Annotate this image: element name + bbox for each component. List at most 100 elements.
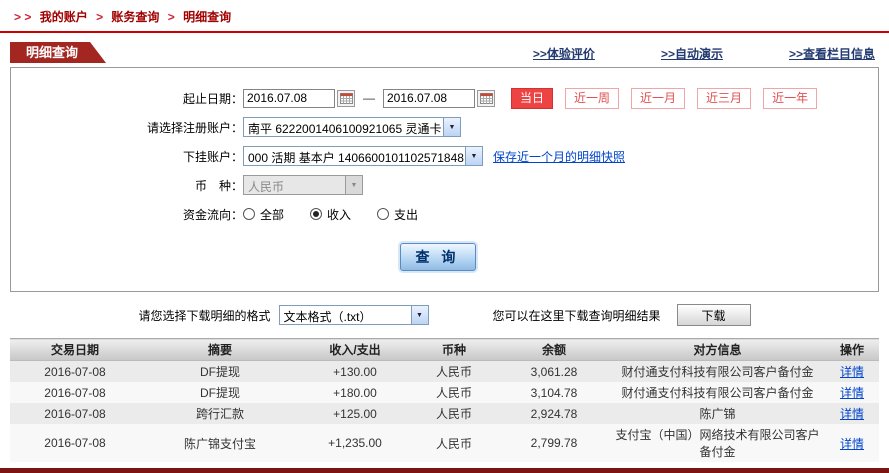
- header-action: 操作: [825, 338, 879, 361]
- query-form-panel: 起止日期： — 当日 近一周 近一月: [10, 67, 879, 292]
- table-row: 2016-07-08 DF提现 +130.00 人民币 3,061.28 财付通…: [10, 360, 879, 382]
- cell-balance: 3,061.28: [498, 360, 610, 382]
- detail-link[interactable]: 详情: [840, 437, 864, 451]
- breadcrumb-separator: >: [167, 10, 175, 24]
- currency-row: 币 种： 人民币 ▼: [11, 172, 864, 198]
- chevron-down-icon: ▼: [410, 306, 428, 324]
- cell-amount: +130.00: [300, 360, 410, 382]
- query-button-row: 查 询: [11, 243, 864, 271]
- breadcrumb-account-query[interactable]: 账务查询: [111, 10, 159, 24]
- cell-date: 2016-07-08: [10, 403, 140, 424]
- breadcrumb-detail-query[interactable]: 明细查询: [183, 10, 231, 24]
- table-row: 2016-07-08 DF提现 +180.00 人民币 3,104.78 财付通…: [10, 382, 879, 403]
- detail-link[interactable]: 详情: [840, 407, 864, 421]
- radio-icon: [377, 208, 390, 220]
- sub-account-row: 下挂账户： 000 活期 基本户 1406600101102571848 ▼ 保…: [11, 143, 864, 169]
- cell-counterparty: 支付宝（中国）网络技术有限公司客户备付金: [610, 424, 825, 462]
- tab-detail-query: 明细查询: [10, 42, 106, 63]
- breadcrumb-separator: >: [96, 10, 104, 24]
- detail-link[interactable]: 详情: [840, 386, 864, 400]
- calendar-to-button[interactable]: [477, 89, 495, 107]
- chevron-down-icon: ▼: [443, 118, 460, 136]
- date-from-input[interactable]: [243, 88, 335, 108]
- range-month-button[interactable]: 近一月: [631, 87, 686, 109]
- registered-account-label: 请选择注册账户：: [146, 120, 243, 135]
- cell-currency: 人民币: [410, 360, 498, 382]
- cell-currency: 人民币: [410, 424, 498, 462]
- header-balance: 余额: [498, 338, 610, 361]
- cell-counterparty: 陈广锦: [610, 403, 825, 424]
- link-view-column-info[interactable]: >>查看栏目信息: [789, 45, 875, 62]
- cell-balance: 2,924.78: [498, 403, 610, 424]
- sub-account-value: 000 活期 基本户 1406600101102571848: [248, 151, 464, 165]
- header-summary: 摘要: [140, 338, 300, 361]
- header-counterparty: 对方信息: [610, 338, 825, 361]
- range-week-button[interactable]: 近一周: [565, 87, 620, 109]
- query-button[interactable]: 查 询: [399, 243, 476, 271]
- registered-account-select[interactable]: 南平 6222001406100921065 灵通卡 ▼: [243, 117, 461, 137]
- table-row: 2016-07-08 跨行汇款 +125.00 人民币 2,924.78 陈广锦…: [10, 403, 879, 424]
- fund-flow-options: 全部 收入 支出: [243, 206, 418, 223]
- cell-amount: +180.00: [300, 382, 410, 403]
- calendar-from-button[interactable]: [337, 89, 355, 107]
- cell-currency: 人民币: [410, 403, 498, 424]
- cell-counterparty: 财付通支付科技有限公司客户备付金: [610, 360, 825, 382]
- header-links: >>体验评价 >>自动演示 >>查看栏目信息: [533, 45, 875, 62]
- date-to-input[interactable]: [383, 88, 475, 108]
- link-auto-demo[interactable]: >>自动演示: [661, 45, 723, 62]
- range-quarter-button[interactable]: 近三月: [697, 87, 752, 109]
- cell-counterparty: 财付通支付科技有限公司客户备付金: [610, 382, 825, 403]
- cell-summary: DF提现: [140, 360, 300, 382]
- header-currency: 币种: [410, 338, 498, 361]
- cell-currency: 人民币: [410, 382, 498, 403]
- footer-bar: [0, 468, 889, 473]
- cell-summary: 跨行汇款: [140, 403, 300, 424]
- cell-amount: +125.00: [300, 403, 410, 424]
- tab-row: 明细查询 >>体验评价 >>自动演示 >>查看栏目信息: [0, 42, 889, 63]
- table-row: 2016-07-08 陈广锦支付宝 +1,235.00 人民币 2,799.78…: [10, 424, 879, 462]
- download-format-label: 请您选择下载明细的格式: [138, 308, 271, 323]
- transactions-body: 2016-07-08 DF提现 +130.00 人民币 3,061.28 财付通…: [10, 360, 879, 462]
- sub-account-select[interactable]: 000 活期 基本户 1406600101102571848 ▼: [243, 146, 483, 166]
- calendar-icon: [339, 93, 353, 104]
- flow-option-expense-label: 支出: [394, 207, 419, 222]
- cell-summary: DF提现: [140, 382, 300, 403]
- flow-option-all-label: 全部: [260, 207, 285, 222]
- download-format-select[interactable]: 文本格式（.txt） ▼: [278, 305, 429, 325]
- flow-option-all[interactable]: 全部: [243, 206, 284, 223]
- calendar-icon: [479, 93, 493, 104]
- breadcrumb-prefix: > >: [14, 10, 32, 24]
- cell-balance: 2,799.78: [498, 424, 610, 462]
- registered-account-row: 请选择注册账户： 南平 6222001406100921065 灵通卡 ▼: [11, 114, 864, 140]
- cell-balance: 3,104.78: [498, 382, 610, 403]
- download-button[interactable]: 下载: [676, 304, 751, 326]
- flow-option-income[interactable]: 收入: [310, 206, 351, 223]
- chevron-down-icon: ▼: [345, 176, 362, 194]
- link-experience-feedback[interactable]: >>体验评价: [533, 45, 595, 62]
- detail-link[interactable]: 详情: [840, 365, 864, 379]
- transactions-table: 交易日期 摘要 收入/支出 币种 余额 对方信息 操作 2016-07-08 D…: [10, 338, 879, 462]
- range-year-button[interactable]: 近一年: [763, 87, 818, 109]
- flow-option-expense[interactable]: 支出: [377, 206, 418, 223]
- breadcrumb-my-account[interactable]: 我的账户: [40, 10, 88, 24]
- top-red-divider: [0, 31, 889, 33]
- cell-amount: +1,235.00: [300, 424, 410, 462]
- header-amount: 收入/支出: [300, 338, 410, 361]
- cell-summary: 陈广锦支付宝: [140, 424, 300, 462]
- chevron-down-icon: ▼: [465, 147, 482, 165]
- currency-select: 人民币 ▼: [243, 175, 363, 195]
- download-format-value: 文本格式（.txt）: [283, 310, 372, 324]
- currency-label: 币 种：: [194, 178, 243, 193]
- radio-icon: [243, 208, 255, 220]
- flow-option-income-label: 收入: [327, 207, 352, 222]
- header-date: 交易日期: [10, 338, 140, 361]
- date-range-dash: —: [363, 91, 375, 105]
- date-range-label: 起止日期：: [182, 91, 243, 106]
- table-header-row: 交易日期 摘要 收入/支出 币种 余额 对方信息 操作: [10, 338, 879, 361]
- date-range-row: 起止日期： — 当日 近一周 近一月: [11, 85, 864, 111]
- download-hint: 您可以在这里下载查询明细结果: [492, 308, 661, 323]
- fund-flow-label: 资金流向：: [182, 207, 243, 222]
- snapshot-link[interactable]: 保存近一个月的明细快照: [493, 148, 625, 165]
- range-today-button[interactable]: 当日: [511, 87, 554, 109]
- currency-value: 人民币: [248, 180, 285, 194]
